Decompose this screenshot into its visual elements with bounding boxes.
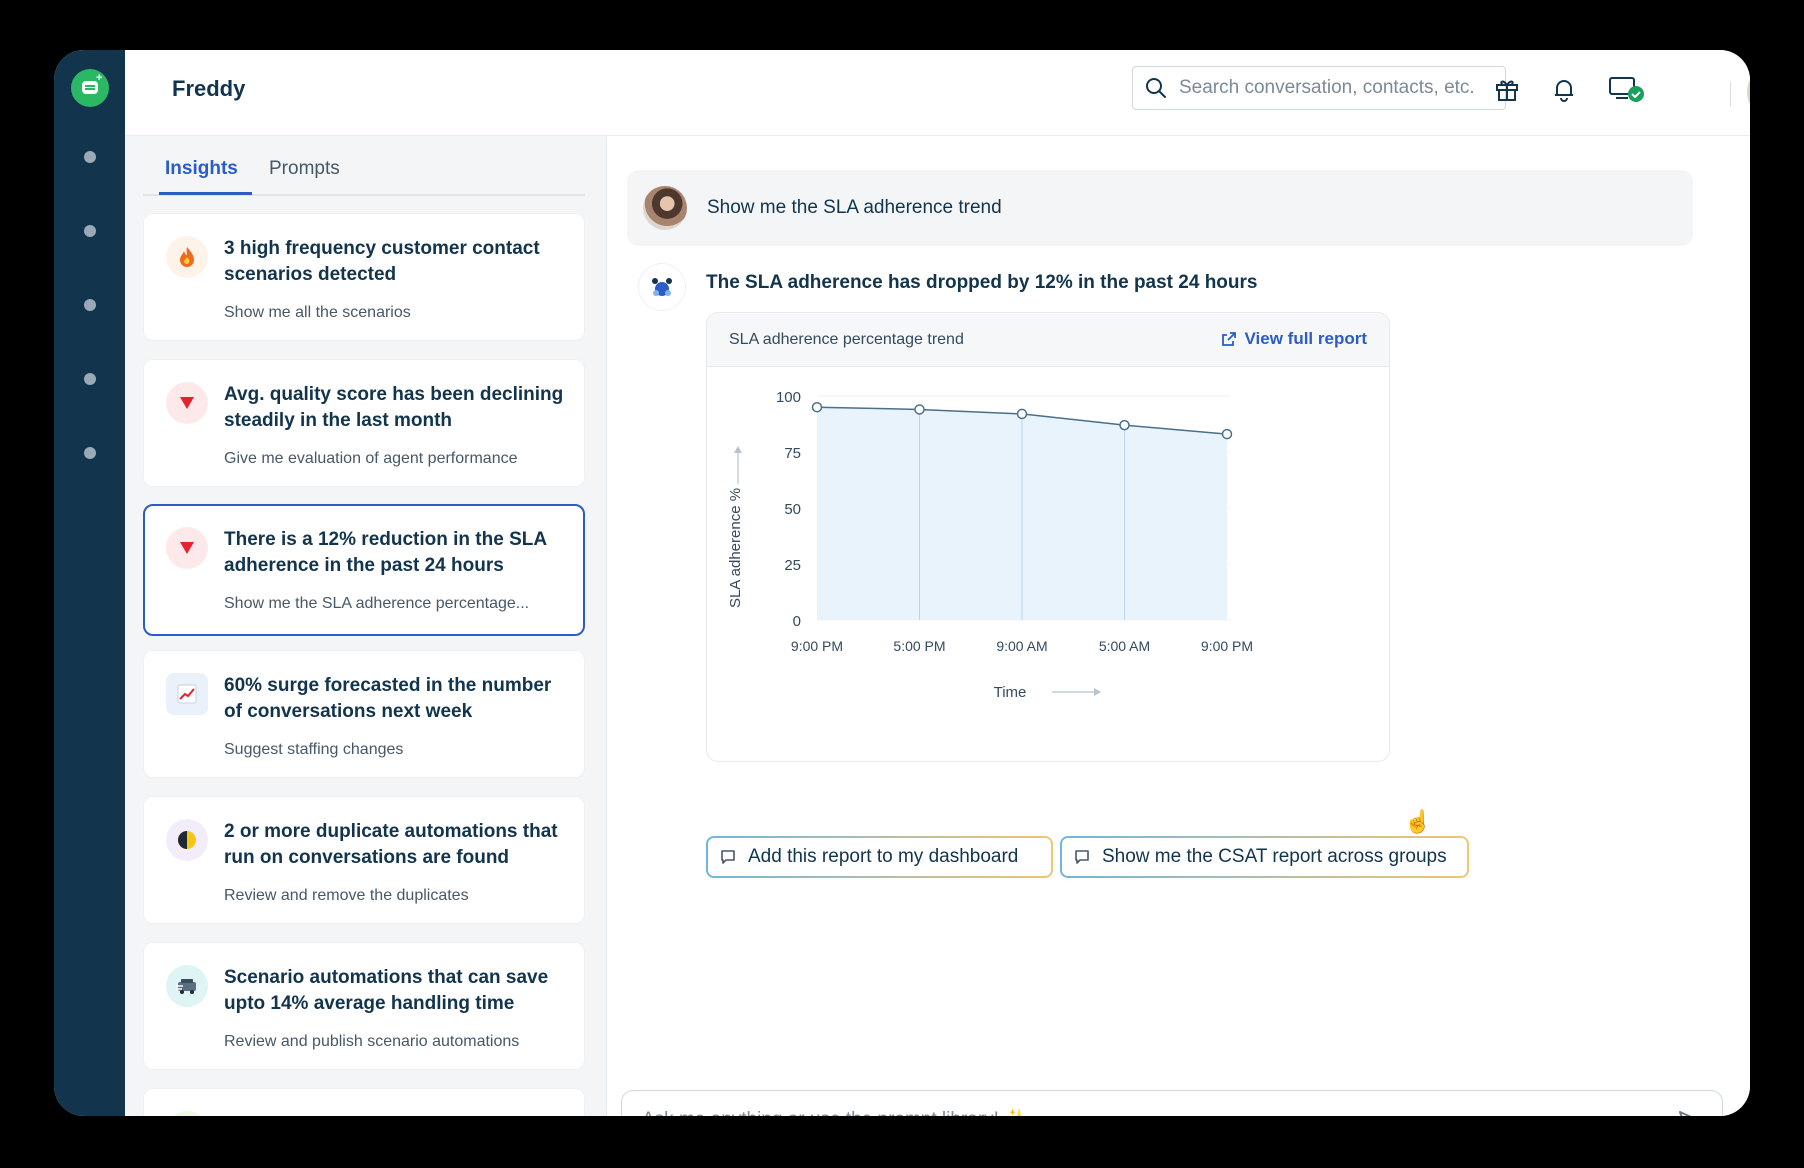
insight-card-selected[interactable]: There is a 12% reduction in the SLA adhe… [143,504,585,636]
divider [1730,82,1731,106]
data-point [811,401,823,413]
x-tick-label: 9:00 AM [996,638,1047,654]
bell-icon[interactable] [1549,74,1579,104]
nav-item-4[interactable] [84,373,96,385]
insight-prompt[interactable]: Review and publish scenario automations [224,1033,569,1051]
data-point [1221,428,1233,440]
freddy-bot-icon [639,264,685,310]
insight-title: There is a 12% reduction in the SLA adhe… [224,529,547,576]
chat-area: Show me the SLA adherence trend The SLA … [607,136,1750,1116]
tab-underline [159,192,252,195]
insight-prompt[interactable]: Review and remove the duplicates [224,887,569,905]
nav-rail: + [54,50,125,1116]
flame-icon [166,236,208,278]
insight-card[interactable]: 3 high frequency customer contact scenar… [143,213,585,341]
y-tick-label: 100 [776,389,801,406]
composer [621,1090,1723,1116]
down-triangle-icon [166,382,208,424]
y-axis-arrow-head [734,446,742,453]
report-card: SLA adherence percentage trend View full… [706,312,1390,762]
report-card-header: SLA adherence percentage trend View full… [707,313,1389,367]
x-axis-label: Time [994,684,1027,701]
chat-bubble-icon [1075,850,1089,864]
insight-card[interactable]: Avg. quality score has been declining st… [143,359,585,487]
insight-title: Scenario automations that can save upto … [224,967,549,1014]
nav-item-5[interactable] [84,447,96,459]
chart-increase-icon [166,673,208,715]
user-message: Show me the SLA adherence trend [627,170,1693,246]
y-tick-label: 25 [784,557,801,574]
insight-prompt[interactable]: Suggest staffing changes [224,741,569,759]
insight-title: 2 or more duplicate automations that run… [224,821,558,868]
insight-prompt[interactable]: Give me evaluation of agent performance [224,450,569,468]
freddy-logo-icon[interactable]: + [71,69,109,107]
insight-prompt[interactable]: Show me the SLA adherence percentage... [224,595,569,613]
insight-card[interactable]: Scenario automations that can save upto … [143,942,585,1070]
suggestion-label: Add this report to my dashboard [748,846,1019,867]
top-bar: Freddy [125,50,1750,136]
search-box[interactable] [1132,66,1506,110]
insight-card[interactable]: 60% surge forecasted in the number of co… [143,650,585,778]
suggestion-chip[interactable]: Show me the CSAT report across groups [1060,836,1469,878]
y-axis-label: SLA adherence % [727,488,744,608]
suggestion-label: Show me the CSAT report across groups [1102,846,1447,867]
page-title: Freddy [172,76,246,101]
automation-icon [166,965,208,1007]
ask-input[interactable] [642,1109,1622,1116]
data-point [1016,408,1028,420]
avatar[interactable] [1747,66,1750,118]
tab-insights[interactable]: Insights [165,158,238,180]
x-tick-label: 5:00 PM [893,638,945,654]
gift-icon[interactable] [1492,74,1522,104]
y-tick-label: 75 [784,445,801,462]
send-button[interactable] [1674,1105,1706,1116]
suggestion-chip[interactable]: Add this report to my dashboard [706,836,1053,878]
send-icon [1679,1111,1692,1116]
data-point [1119,419,1130,431]
avatar [643,186,687,230]
insight-card[interactable]: 2 or more duplicate automations that run… [143,796,585,924]
insight-prompt[interactable]: Show me all the scenarios [224,304,569,322]
external-link-icon [1221,332,1236,346]
y-tick-label: 0 [793,613,801,630]
report-card-title: SLA adherence percentage trend [729,331,964,348]
sla-trend-chart: 0 25 50 75 100 9:00 PM 5:00 PM 9:00 AM 5:00 AM 9:… [727,389,1253,701]
search-input[interactable] [1179,77,1489,99]
pointer-cursor-icon: ☝ [1404,809,1432,834]
tab-bar: Insights Prompts [143,136,585,196]
nav-item-3[interactable] [84,299,96,311]
half-circle-icon [166,819,208,861]
insight-card-partial[interactable] [143,1088,585,1116]
insight-icon [166,1111,208,1116]
bot-headline: The SLA adherence has dropped by 12% in … [706,272,1258,293]
x-tick-label: 9:00 PM [791,638,843,654]
insight-title: 3 high frequency customer contact scenar… [224,238,540,285]
insight-title: 60% surge forecasted in the number of co… [224,675,552,722]
data-point [914,404,925,415]
tab-prompts[interactable]: Prompts [269,158,340,180]
view-full-report-link[interactable]: View full report [1221,329,1368,349]
search-icon [1146,78,1166,98]
user-message-text: Show me the SLA adherence trend [707,197,1002,218]
insights-panel: Insights Prompts 3 high frequency custom… [125,136,607,1116]
view-full-report-label: View full report [1244,329,1368,348]
insight-title: Avg. quality score has been declining st… [224,384,564,431]
nav-item-1[interactable] [84,151,96,163]
y-tick-label: 50 [784,501,801,518]
x-tick-label: 9:00 PM [1201,638,1253,654]
availability-status-icon[interactable] [1607,74,1647,104]
x-axis-arrow-head [1094,688,1101,696]
app-window: + Freddy Insights Prompts [54,50,1750,1116]
down-triangle-icon [166,527,208,569]
x-tick-label: 5:00 AM [1099,638,1150,654]
chat-bubble-icon [721,850,735,864]
nav-item-2[interactable] [84,225,96,237]
